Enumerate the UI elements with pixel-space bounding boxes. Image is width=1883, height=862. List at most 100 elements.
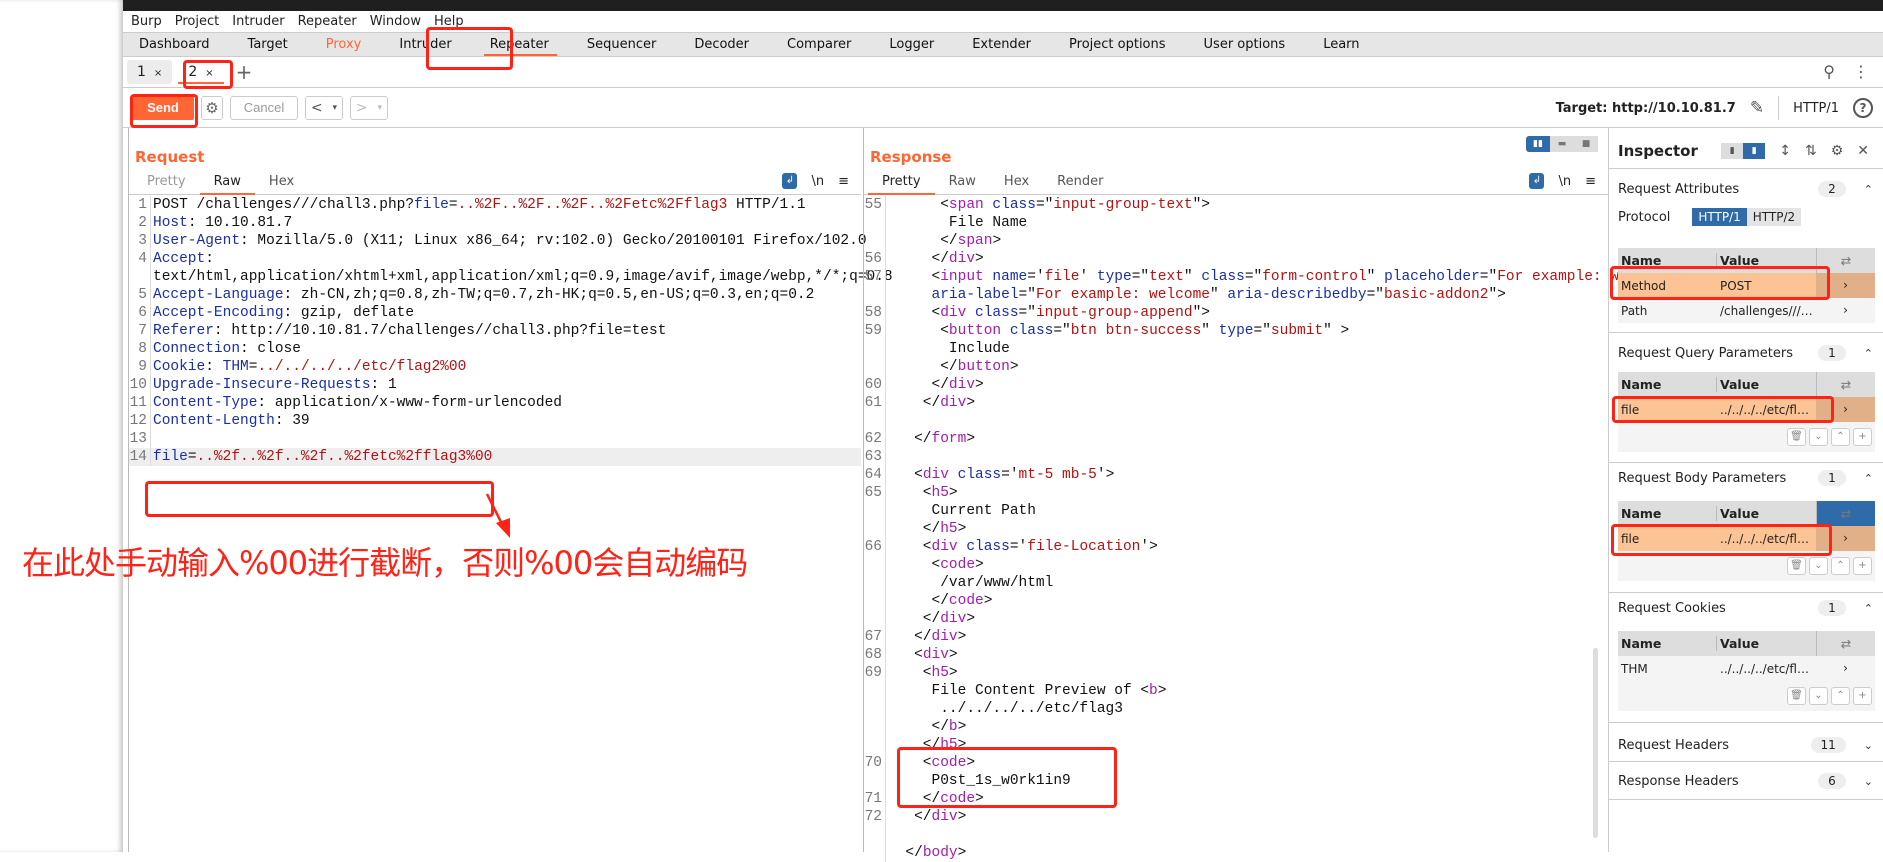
search-icon[interactable]: ⚲ — [1823, 62, 1835, 81]
chevron-up-icon[interactable]: ⌃ — [1864, 347, 1873, 360]
close-icon[interactable]: ✕ — [1857, 143, 1869, 159]
http1-toggle[interactable]: HTTP/1 — [1692, 208, 1747, 226]
gear-icon[interactable]: ⚙ — [201, 95, 223, 120]
cookie-row[interactable]: THM ../../../../etc/flag2 › — [1618, 656, 1875, 681]
main-tab-dashboard[interactable]: Dashboard — [139, 33, 230, 57]
chevron-up-icon[interactable]: ⌃ — [1864, 472, 1873, 485]
wrap-icon[interactable]: ⇄ — [1816, 248, 1875, 273]
move-up-icon[interactable]: ⌃ — [1831, 687, 1850, 705]
chevron-up-icon[interactable]: ⌃ — [1864, 183, 1873, 196]
section-header[interactable]: Request Query Parameters 1 ⌃ — [1609, 338, 1883, 368]
main-tab-user-options[interactable]: User options — [1204, 33, 1306, 57]
help-icon[interactable]: ? — [1853, 98, 1873, 118]
chevron-right-icon[interactable]: › — [1816, 526, 1875, 551]
close-icon[interactable]: × — [154, 68, 162, 79]
request-editor[interactable]: 1 POST /challenges///chall3.php?file=..%2… — [129, 196, 893, 466]
add-tab-button[interactable]: + — [236, 60, 253, 84]
layout-left-icon[interactable]: ▮ — [1721, 143, 1744, 159]
add-icon[interactable]: + — [1853, 428, 1872, 446]
wrap-lines-icon[interactable]: ↲ — [782, 173, 798, 189]
menu-window[interactable]: Window — [370, 14, 421, 29]
tab-pretty[interactable]: Pretty — [868, 169, 935, 195]
wrap-icon[interactable]: ⇄ — [1816, 631, 1875, 656]
more-options-icon[interactable]: ⋮ — [1853, 62, 1869, 81]
section-header[interactable]: Request Cookies 1 ⌃ — [1609, 593, 1883, 623]
menu-repeater[interactable]: Repeater — [298, 14, 357, 29]
repeater-tab-1[interactable]: 1 × — [127, 60, 173, 84]
protocol-label[interactable]: HTTP/1 — [1793, 101, 1839, 116]
section-header[interactable]: Request Body Parameters 1 ⌃ — [1609, 463, 1883, 493]
send-button[interactable]: Send — [132, 95, 194, 120]
add-icon[interactable]: + — [1853, 687, 1872, 705]
delete-icon[interactable]: 🗑 — [1787, 428, 1806, 446]
section-response-headers[interactable]: Response Headers 6 ⌄ — [1609, 762, 1883, 800]
split-horizontal-icon[interactable]: ▮▮ — [1526, 136, 1550, 152]
param-row[interactable]: file ../../../../etc/flag3 › — [1618, 526, 1875, 551]
chevron-right-icon[interactable]: › — [1816, 397, 1875, 422]
repeater-tab-2[interactable]: 2 × — [178, 60, 224, 84]
newline-toggle[interactable]: \n — [1558, 174, 1571, 189]
delete-icon[interactable]: 🗑 — [1787, 557, 1806, 575]
tab-pretty[interactable]: Pretty — [133, 169, 200, 194]
main-tab-comparer[interactable]: Comparer — [787, 33, 871, 57]
chevron-down-icon[interactable]: ⌄ — [1864, 775, 1873, 788]
move-down-icon[interactable]: ⌄ — [1809, 557, 1828, 575]
tab-raw[interactable]: Raw — [935, 169, 990, 194]
wrap-lines-icon[interactable]: ↲ — [1529, 173, 1545, 189]
main-tab-repeater[interactable]: Repeater — [483, 33, 569, 57]
tab-hex[interactable]: Hex — [255, 169, 308, 194]
move-down-icon[interactable]: ⌄ — [1809, 428, 1828, 446]
tab-render[interactable]: Render — [1043, 169, 1117, 194]
main-tab-logger[interactable]: Logger — [889, 33, 954, 57]
main-tab-target[interactable]: Target — [248, 33, 308, 57]
section-request-headers[interactable]: Request Headers 11 ⌄ — [1609, 728, 1883, 762]
scrollbar[interactable] — [1593, 648, 1598, 838]
tab-hex[interactable]: Hex — [990, 169, 1043, 194]
menu-help[interactable]: Help — [434, 14, 464, 29]
attribute-row[interactable]: Method POST › — [1618, 273, 1875, 298]
section-header[interactable]: Request Attributes 2 ⌃ — [1609, 174, 1883, 204]
move-down-icon[interactable]: ⌄ — [1809, 687, 1828, 705]
collapse-all-icon[interactable]: ⇅ — [1805, 143, 1817, 159]
edit-pencil-icon[interactable]: ✎ — [1750, 98, 1764, 118]
move-up-icon[interactable]: ⌃ — [1831, 428, 1850, 446]
main-tab-learn[interactable]: Learn — [1323, 33, 1379, 57]
http2-toggle[interactable]: HTTP/2 — [1746, 208, 1802, 226]
move-up-icon[interactable]: ⌃ — [1831, 557, 1850, 575]
cancel-button[interactable]: Cancel — [230, 95, 298, 120]
menu-icon[interactable]: ≡ — [838, 174, 849, 189]
attribute-row[interactable]: Path/challenges///cha...› — [1618, 298, 1875, 323]
main-tab-sequencer[interactable]: Sequencer — [587, 33, 676, 57]
dropdown-icon[interactable]: ▾ — [378, 103, 383, 113]
close-icon[interactable]: × — [205, 68, 213, 79]
main-tab-intruder[interactable]: Intruder — [399, 33, 471, 57]
main-tab-proxy[interactable]: Proxy — [326, 33, 382, 57]
chevron-down-icon[interactable]: ⌄ — [1864, 739, 1873, 752]
delete-icon[interactable]: 🗑 — [1787, 687, 1806, 705]
wrap-icon[interactable]: ⇄ — [1816, 372, 1875, 397]
menu-project[interactable]: Project — [175, 14, 219, 29]
tab-raw[interactable]: Raw — [199, 169, 256, 195]
add-icon[interactable]: + — [1853, 557, 1872, 575]
menu-intruder[interactable]: Intruder — [232, 14, 284, 29]
newline-toggle[interactable]: \n — [811, 174, 824, 189]
main-tab-extender[interactable]: Extender — [972, 33, 1051, 57]
chevron-up-icon[interactable]: ⌃ — [1864, 602, 1873, 615]
history-forward-button[interactable]: > ▾ — [350, 95, 388, 120]
history-back-button[interactable]: < ▾ — [305, 95, 343, 120]
chevron-right-icon[interactable]: › — [1816, 298, 1875, 323]
wrap-icon[interactable]: ⇄ — [1816, 501, 1875, 526]
split-vertical-icon[interactable]: ▬ — [1550, 136, 1574, 152]
layout-right-icon[interactable]: ▮ — [1743, 143, 1766, 159]
dropdown-icon[interactable]: ▾ — [333, 103, 338, 113]
chevron-right-icon[interactable]: › — [1816, 273, 1875, 298]
single-pane-icon[interactable]: ■ — [1574, 136, 1598, 152]
chevron-right-icon[interactable]: › — [1816, 656, 1875, 681]
response-viewer[interactable]: 55 <span class="input-group-text"> File … — [864, 196, 1680, 862]
menu-icon[interactable]: ≡ — [1585, 174, 1596, 189]
menu-burp[interactable]: Burp — [131, 14, 162, 29]
main-tab-decoder[interactable]: Decoder — [694, 33, 769, 57]
expand-all-icon[interactable]: ↕ — [1779, 143, 1791, 159]
param-row[interactable]: file ../../../../etc/flag3 › — [1618, 397, 1875, 422]
gear-icon[interactable]: ⚙ — [1831, 143, 1844, 159]
